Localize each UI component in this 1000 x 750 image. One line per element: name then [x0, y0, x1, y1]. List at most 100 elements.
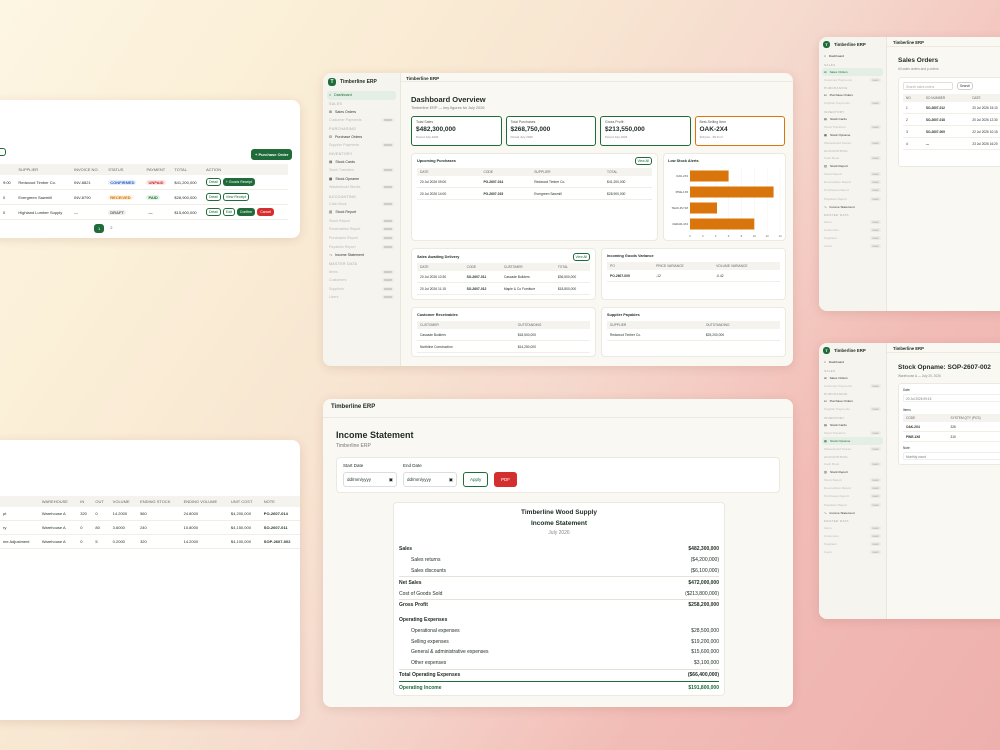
table-cell: 4 [903, 137, 923, 150]
new-purchase-order-button[interactable]: + Purchase Order [251, 149, 293, 160]
table-cell: Warehouse A [38, 507, 78, 521]
sidebar-item-stock_report[interactable]: ▥ Stock Report [822, 162, 883, 170]
sidebar-item-stock_opname[interactable]: ▦ Stock Opname [822, 436, 883, 445]
sales-orders-search-button[interactable]: Search [957, 82, 974, 90]
sidebar-item-supplier_payments[interactable]: Supplier Payments soon [822, 405, 883, 413]
sidebar-item-items[interactable]: Items soon [327, 267, 396, 276]
sidebar-item-customer_payments[interactable]: Customer Payments soon [822, 382, 883, 390]
statement-document: Timberline Wood Supply Income Statement … [393, 502, 725, 696]
sidebar-item-payables_report[interactable]: Payables Report soon [822, 501, 883, 509]
page-1-button[interactable]: 1 [94, 224, 105, 233]
sidebar-item-suppliers[interactable]: Suppliers soon [327, 284, 396, 293]
end-date-input[interactable]: dd/mm/yyyy ▣ [403, 472, 457, 487]
sidebar-item-suppliers[interactable]: Suppliers soon [822, 540, 883, 548]
sidebar-item-purchase_orders[interactable]: ⊟ Purchase Orders [822, 91, 883, 99]
sidebar-item-purchases_report[interactable]: Purchases Report soon [822, 492, 883, 500]
sales-orders-search-input[interactable]: Search sales orders [903, 82, 953, 90]
sidebar-item-income_statement[interactable]: ⤳ Income Statement [822, 509, 883, 517]
calendar-icon[interactable]: ▣ [389, 477, 393, 482]
sidebar-item-wasted_stock[interactable]: Wasted/sold Stocks soon [822, 139, 883, 147]
sidebar-item-receivables_report[interactable]: Receivables Report soon [327, 225, 396, 234]
sidebar-item-sales_orders[interactable]: ⊞ Sales Orders [822, 67, 883, 76]
sidebar-item-label: Stock Cards [829, 116, 847, 121]
sidebar-item-label: Stock Cards [335, 159, 355, 164]
sidebar-item-customers[interactable]: Customers soon [327, 276, 396, 285]
sidebar-item-stock_report_sub[interactable]: Stock Report soon [822, 476, 883, 484]
sidebar-item-income_statement[interactable]: ⤳ Income Statement [822, 203, 883, 211]
sidebar-item-income_statement[interactable]: ⤳ Income Statement [327, 251, 396, 260]
sidebar-item-receivables_report[interactable]: Receivables Report soon [822, 484, 883, 492]
table-row: 20 Jul 2026 11:15 SO-2607-012 Maple & Co F… [417, 282, 590, 295]
sidebar-item-stock_report_sub[interactable]: Stock Report soon [822, 170, 883, 178]
awaiting-view-all-button[interactable]: View All [572, 253, 590, 261]
calendar-icon[interactable]: ▣ [449, 477, 453, 482]
sidebar-item-wasted_stock[interactable]: Wasted/sold Stocks soon [327, 183, 396, 192]
action-cell: Detail Edit Confirm Cancel [202, 204, 288, 220]
sidebar-item-stock_report[interactable]: ▥ Stock Report [327, 208, 396, 217]
row-action-button[interactable]: Detail [205, 208, 221, 216]
sidebar-item-suppliers[interactable]: Suppliers soon [822, 234, 883, 242]
row-action-button[interactable]: Cancel [257, 208, 275, 216]
apply-button[interactable]: Apply [463, 472, 489, 487]
sidebar-item-sales_orders[interactable]: ⊞ Sales Orders [822, 374, 883, 382]
sidebar-item-stock_transfers[interactable]: Stock Transfers soon [822, 123, 883, 131]
sidebar-item-payables_report[interactable]: Payables Report soon [327, 242, 396, 251]
sidebar-item-stock_transfers[interactable]: Stock Transfers soon [327, 166, 396, 175]
table-row: 20 Jul 2026 14:00 PO-2607-015 Evergreen Sa… [417, 187, 652, 200]
statement-line-label: Total Operating Expenses [399, 671, 461, 678]
sidebar-item-dashboard[interactable]: ⌂ Dashboard [822, 52, 883, 60]
sidebar-item-customer_payments[interactable]: Customer Payments soon [822, 76, 883, 84]
sidebar-item-stock_opname[interactable]: ▦ Stock Opname [327, 175, 396, 184]
soon-badge: soon [870, 494, 881, 499]
pdf-button[interactable]: PDF [494, 472, 517, 487]
row-action-button[interactable]: Confirm [236, 208, 256, 216]
filter-chip-edge[interactable] [0, 148, 6, 156]
page-2-button[interactable]: 2 [107, 224, 115, 233]
sidebar-item-cash_book[interactable]: Cash Book soon [822, 460, 883, 468]
sidebar-item-purchase_orders[interactable]: ⊟ Purchase Orders [327, 132, 396, 141]
sidebar-item-users[interactable]: Users soon [822, 548, 883, 556]
sidebar-item-wasted_stock[interactable]: Wasted/sold Stocks soon [822, 445, 883, 453]
sidebar-item-payables_report[interactable]: Payables Report soon [822, 195, 883, 203]
sidebar-item-stock_report_sub[interactable]: Stock Report soon [327, 217, 396, 226]
sidebar-item-purchases_report[interactable]: Purchases Report soon [327, 234, 396, 243]
sidebar-item-sales_orders[interactable]: ⊞ Sales Orders [327, 107, 396, 116]
row-action-button[interactable]: Edit [222, 208, 235, 216]
total-cell: $15,600,000 [171, 204, 203, 220]
sidebar-item-users[interactable]: Users soon [822, 242, 883, 250]
row-action-button[interactable]: Detail [205, 178, 221, 186]
sidebar-item-dashboard[interactable]: ⌂ Dashboard [822, 358, 883, 366]
nav-section-purchasing_section: PURCHASING [824, 392, 848, 397]
sidebar-item-label: Items [824, 220, 832, 225]
sidebar-item-dashboard[interactable]: ⌂ Dashboard [327, 91, 396, 100]
start-date-input[interactable]: dd/mm/yyyy ▣ [343, 472, 397, 487]
sidebar-item-items[interactable]: Items soon [822, 218, 883, 226]
x-tick-label: 0 [689, 234, 691, 238]
sidebar-item-stock_transfers[interactable]: Stock Transfers soon [822, 429, 883, 437]
sidebar-item-users[interactable]: Users soon [327, 293, 396, 302]
sidebar-item-items[interactable]: Items soon [822, 524, 883, 532]
sidebar-item-stock_cards[interactable]: ▤ Stock Cards [822, 421, 883, 429]
upcoming-view-all-button[interactable]: View All [634, 157, 652, 165]
column-header: VOLUME VARIANCE [713, 262, 780, 270]
sidebar-item-customer_payments[interactable]: Customer Payments soon [327, 116, 396, 125]
row-action-button[interactable]: View Receipt [222, 193, 250, 201]
sidebar-item-purchases_report[interactable]: Purchases Report soon [822, 186, 883, 194]
sidebar-item-stock_report[interactable]: ▥ Stock Report [822, 468, 883, 476]
sidebar-item-stock_opname[interactable]: ▦ Stock Opname [822, 131, 883, 139]
sidebar-item-purchase_orders[interactable]: ⊟ Purchase Orders [822, 397, 883, 405]
sidebar-item-customers[interactable]: Customers soon [822, 226, 883, 234]
sidebar-item-cash_book[interactable]: Cash Book soon [822, 154, 883, 162]
sidebar-item-customers[interactable]: Customers soon [822, 532, 883, 540]
row-action-button[interactable]: Detail [205, 193, 221, 201]
sidebar-item-supplier_payments[interactable]: Supplier Payments soon [327, 141, 396, 150]
soon-badge: soon [382, 168, 394, 173]
row-action-button[interactable]: + Goods Receipt [222, 178, 256, 186]
table-cell: 3 [903, 125, 923, 138]
sidebar-item-cash_book[interactable]: Cash Book soon [327, 200, 396, 209]
sidebar-item-supplier_payments[interactable]: Supplier Payments soon [822, 99, 883, 107]
card-icon: ▤ [824, 422, 827, 427]
sidebar-item-receivables_report[interactable]: Receivables Report soon [822, 178, 883, 186]
sidebar-item-stock_cards[interactable]: ▤ Stock Cards [327, 157, 396, 166]
sidebar-item-stock_cards[interactable]: ▤ Stock Cards [822, 115, 883, 123]
